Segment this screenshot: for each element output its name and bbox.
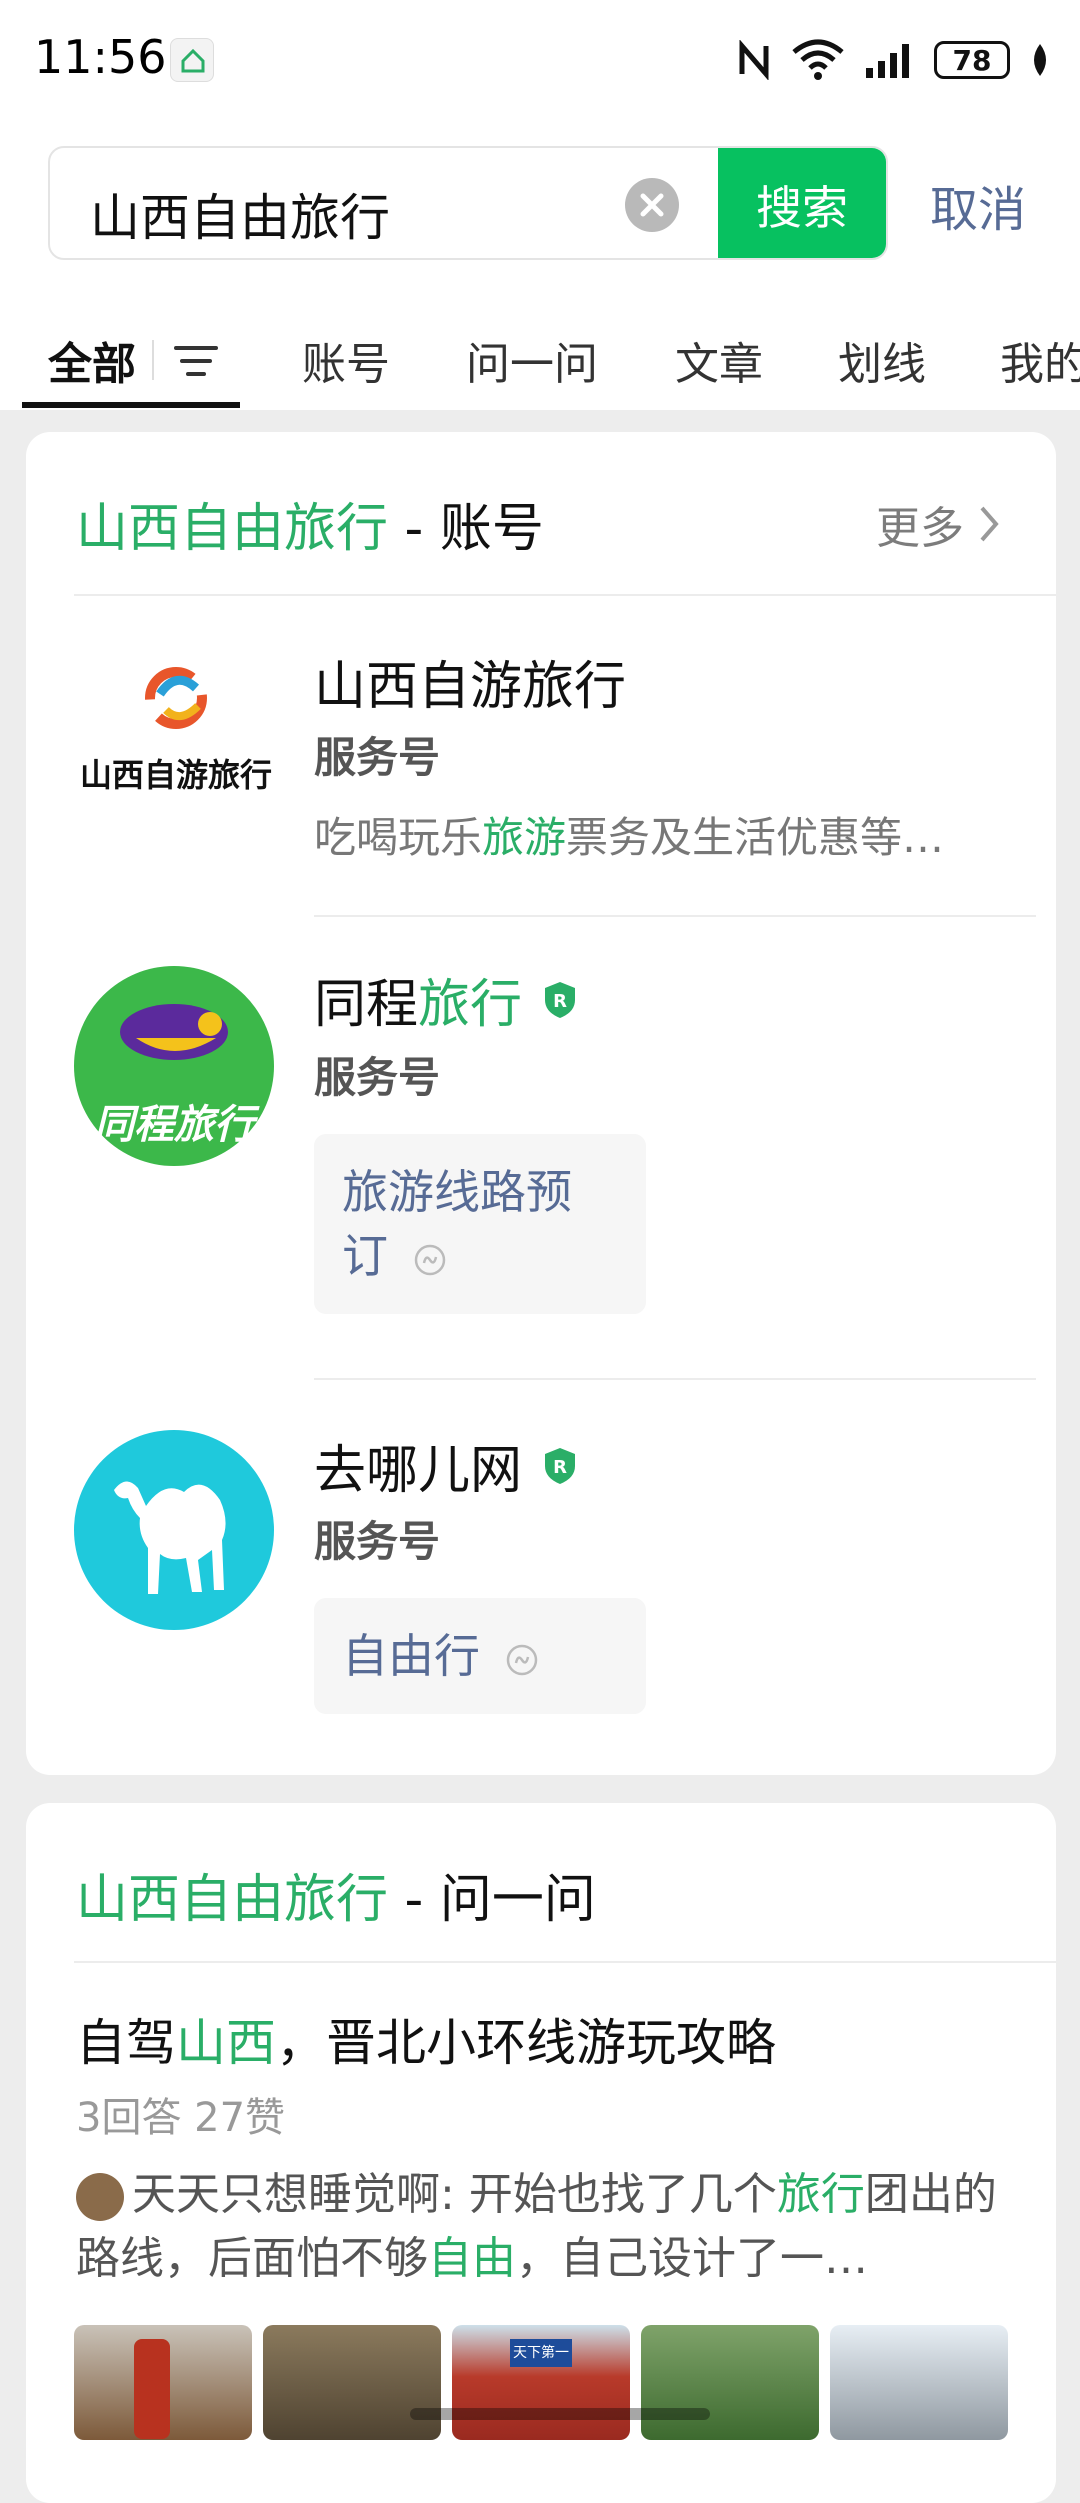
snippet-user: 天天只想睡觉啊: (132, 2169, 455, 2220)
account-description: 吃喝玩乐旅游票务及生活优惠等… (314, 804, 944, 865)
active-tab-indicator (22, 402, 240, 408)
snippet-text: ，自己设计了一… (516, 2233, 868, 2284)
tab-divider (152, 340, 154, 380)
mini-program-icon (414, 1244, 445, 1275)
avatar (76, 2173, 124, 2221)
status-time: 11:56 (34, 30, 167, 84)
qa-section-title: 山西自由旅行 - 问一问 (76, 1857, 596, 1932)
title-suffix: - 问一问 (388, 1870, 596, 1930)
name-highlight: 旅行 (418, 975, 523, 1035)
answer-snippet: 天天只想睡觉啊: 开始也找了几个旅行团出的路线，后面怕不够自由，自己设计了一… (76, 2163, 1026, 2291)
divider (74, 594, 1056, 596)
title-text: 自驾 (76, 2014, 176, 2072)
home-indicator[interactable] (410, 2408, 710, 2420)
service-chip[interactable]: 旅游线路预 订 (314, 1134, 646, 1314)
search-button[interactable]: 搜索 (718, 148, 886, 258)
more-label: 更多 (876, 503, 964, 554)
chevron-right-icon (980, 506, 999, 542)
answer-thumbnail[interactable]: 天下第一 (452, 2325, 630, 2440)
close-icon (640, 193, 664, 217)
desc-text: 票务及生活优惠等… (566, 813, 945, 862)
answer-thumbnail[interactable] (641, 2325, 819, 2440)
chip-label: 订 (342, 1229, 388, 1283)
account-type: 服务号 (314, 1053, 441, 1102)
divider (314, 915, 1036, 917)
account-name: 山西自游旅行 (314, 657, 627, 717)
tab-mine[interactable]: 我的 (1000, 328, 1080, 392)
question-meta: 3回答 27赞 (76, 2095, 286, 2141)
cancel-button[interactable]: 取消 (930, 170, 1026, 240)
verified-badge-icon: R (545, 981, 576, 1018)
answer-thumbnail[interactable] (830, 2325, 1008, 2440)
avatar-logo-text: 同程旅行 (94, 1102, 254, 1148)
nfc-icon (739, 40, 769, 80)
title-suffix: - 账号 (388, 499, 544, 559)
snippet-highlight: 自由 (428, 2233, 516, 2284)
title-text: ，晋北小环线游玩攻略 (276, 2014, 776, 2072)
account-avatar (74, 1430, 274, 1630)
more-accounts-link[interactable]: 更多 (876, 492, 1000, 556)
desc-highlight: 旅游 (482, 813, 567, 862)
mini-program-icon (506, 1644, 537, 1675)
account-name: 同程旅行 R (314, 962, 578, 1037)
answer-thumbnail[interactable] (74, 2325, 252, 2440)
app-notification-icon (170, 38, 214, 82)
question-title: 自驾山西，晋北小环线游玩攻略 (76, 2003, 776, 2075)
chip-label: 自由行 (342, 1629, 480, 1683)
search-input[interactable]: 山西自由旅行 搜索 (48, 146, 888, 260)
search-header: 山西自由旅行 搜索 取消 全部 账号 问一问 文章 划线 我的 (0, 120, 1080, 410)
battery-indicator: 78 (934, 41, 1010, 79)
clear-search-button[interactable] (625, 178, 679, 232)
account-type: 服务号 (314, 1517, 441, 1566)
divider (74, 1961, 1056, 1963)
service-chip[interactable]: 自由行 (314, 1598, 646, 1714)
search-query-text: 山西自由旅行 (90, 189, 390, 247)
gate-sign: 天下第一 (510, 2339, 572, 2367)
tab-all[interactable]: 全部 (48, 328, 136, 392)
name-text: 同程 (314, 975, 419, 1035)
result-tabs: 全部 账号 问一问 文章 划线 我的 (0, 300, 1080, 410)
name-text: 去哪儿网 (314, 1441, 523, 1501)
tab-accounts[interactable]: 账号 (302, 328, 390, 392)
status-icons: 78 (736, 34, 1052, 86)
snippet-highlight: 旅行 (776, 2169, 865, 2220)
wifi-icon (792, 39, 844, 80)
tab-articles[interactable]: 文章 (675, 328, 763, 392)
snippet-text: 开始也找了几个 (454, 2169, 777, 2220)
svg-text:R: R (553, 991, 567, 1012)
signal-icon (866, 44, 909, 78)
desc-text: 吃喝玩乐 (314, 813, 483, 862)
tab-ask[interactable]: 问一问 (466, 328, 598, 392)
chip-label: 旅游线路预 (342, 1165, 572, 1219)
accounts-card: 山西自由旅行 - 账号 更多 山西自游旅行 山西自游旅行 服务号 吃喝玩乐旅游票… (26, 432, 1056, 1775)
svg-text:R: R (553, 1457, 567, 1478)
tab-highlights[interactable]: 划线 (838, 328, 926, 392)
accounts-section-title: 山西自由旅行 - 账号 (76, 486, 544, 561)
status-bar: 11:56 78 (0, 0, 1080, 120)
account-name: 去哪儿网 R (314, 1428, 578, 1503)
title-keyword: 山西自由旅行 (76, 1870, 389, 1930)
divider (314, 1378, 1036, 1380)
verified-badge-icon: R (545, 1447, 576, 1484)
account-logo-text: 山西自游旅行 (79, 756, 272, 794)
leaf-icon (1034, 44, 1046, 76)
account-type: 服务号 (314, 733, 441, 782)
title-keyword: 山西自由旅行 (76, 499, 389, 559)
answer-thumbnail[interactable] (263, 2325, 441, 2440)
filter-icon[interactable] (174, 344, 218, 378)
title-highlight: 山西 (176, 2014, 276, 2072)
